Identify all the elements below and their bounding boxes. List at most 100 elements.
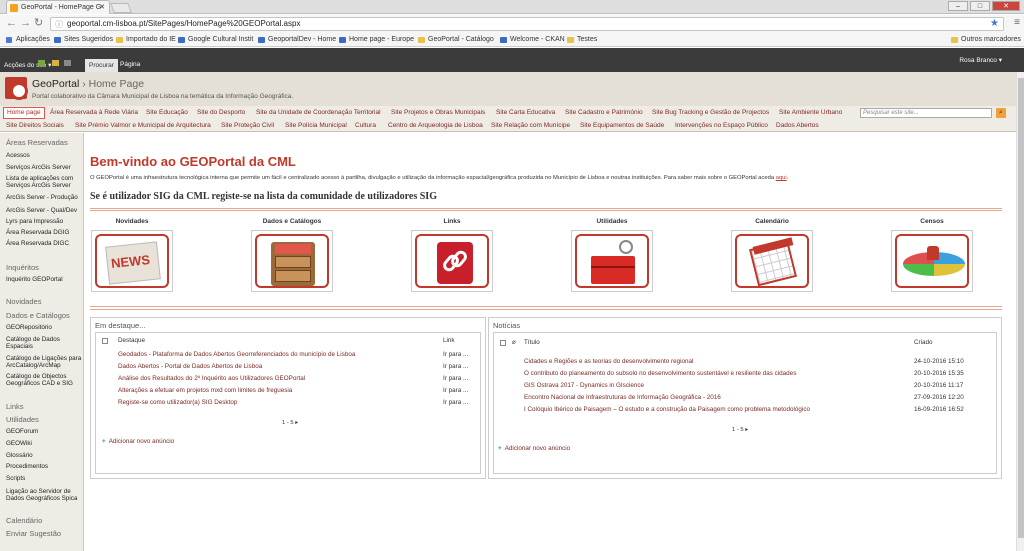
column-destaque[interactable]: Destaque bbox=[118, 336, 145, 346]
destaque-item-link[interactable]: Ir para ... bbox=[443, 350, 468, 360]
select-all-checkbox[interactable] bbox=[500, 340, 506, 346]
sidebar-item[interactable]: GEOForum bbox=[6, 428, 84, 435]
nav-item[interactable]: Site Ambiente Urbano bbox=[779, 107, 842, 119]
minimize-icon[interactable]: – bbox=[948, 1, 968, 11]
sidebar-item[interactable]: Catálogo de Dados Espaciais bbox=[6, 336, 84, 350]
sidebar-heading-links[interactable]: Links bbox=[6, 403, 84, 411]
back-icon[interactable]: ← bbox=[6, 18, 17, 29]
search-icon[interactable]: ⌕ bbox=[996, 108, 1006, 118]
url-input[interactable]: ⓘ geoportal.cm-lisboa.pt/SitePages/HomeP… bbox=[50, 17, 1004, 31]
noticia-title[interactable]: GIS Ostrava 2017 - Dynamics in GIscience bbox=[524, 381, 644, 391]
browser-menu-icon[interactable]: ≡ bbox=[1014, 17, 1020, 28]
sidebar-heading-utilidades[interactable]: Utilidades bbox=[6, 416, 84, 424]
file-cabinet-icon[interactable] bbox=[255, 234, 329, 288]
next-page-icon[interactable]: ▸ bbox=[745, 427, 748, 433]
tab-procurar[interactable]: Procurar bbox=[85, 59, 118, 72]
new-tab-button[interactable] bbox=[110, 3, 132, 13]
sidebar-heading-calendario[interactable]: Calendário bbox=[6, 517, 84, 525]
nav-item[interactable]: Cultura bbox=[355, 120, 376, 132]
sidebar-heading-dados[interactable]: Dados e Catálogos bbox=[6, 312, 84, 320]
bookmark-outros[interactable]: Outros marcadores bbox=[951, 33, 1021, 47]
maximize-icon[interactable]: □ bbox=[970, 1, 990, 11]
population-icon[interactable] bbox=[895, 234, 969, 288]
noticia-title[interactable]: Cidades e Regiões e as teorias do desenv… bbox=[524, 357, 693, 367]
tile-utilidades[interactable]: Utilidades bbox=[562, 218, 662, 292]
scrollbar-thumb[interactable] bbox=[1018, 78, 1024, 538]
destaque-item-title[interactable]: Registe-se como utilizador(a) SIG Deskto… bbox=[118, 398, 237, 408]
toolbox-icon[interactable] bbox=[575, 234, 649, 288]
column-link[interactable]: Link bbox=[443, 336, 455, 346]
nav-item[interactable]: Centro de Arqueologia de Lisboa bbox=[388, 120, 483, 132]
news-icon[interactable]: NEWS bbox=[95, 234, 169, 288]
sidebar-item[interactable]: Catálogo de Ligações para ArcCatalog/Arc… bbox=[6, 355, 84, 369]
register-heading[interactable]: Se é utilizador SIG da CML registe-se na… bbox=[90, 191, 437, 202]
reload-icon[interactable]: ↻ bbox=[34, 18, 43, 29]
sidebar-item[interactable]: Lista de aplicações com Serviços ArcGis … bbox=[6, 175, 84, 189]
tile-links[interactable]: Links bbox=[402, 218, 502, 292]
noticias-add-button[interactable]: Adicionar novo anúncio bbox=[498, 445, 570, 452]
navigate-up-icon[interactable] bbox=[38, 60, 45, 66]
calendar-icon[interactable] bbox=[735, 234, 809, 288]
nav-item[interactable]: Área Reservada à Rede Viária bbox=[50, 107, 138, 119]
sidebar-item[interactable]: Área Reservada DIGC bbox=[6, 240, 84, 247]
tab-pagina[interactable]: Página bbox=[120, 61, 140, 68]
bookmark-importado-ie[interactable]: Importado do IE bbox=[116, 33, 176, 47]
sidebar-item[interactable]: Scripts bbox=[6, 475, 84, 482]
destaque-item-title[interactable]: Geodados - Plataforma de Dados Abertos G… bbox=[118, 350, 355, 360]
sidebar-item[interactable]: ArcGis Server - Qual/Dev bbox=[6, 207, 84, 214]
bookmark-europe[interactable]: Home page - Europe bbox=[339, 33, 414, 47]
nav-item[interactable]: Site Prémio Valmor e Municipal de Arquit… bbox=[75, 120, 211, 132]
nav-item[interactable]: Site Bug Tracking e Gestão de Projectos bbox=[652, 107, 769, 119]
bookmark-google-cultural[interactable]: Google Cultural Instit bbox=[178, 33, 253, 47]
nav-home-page[interactable]: Home page bbox=[3, 107, 45, 119]
sidebar-item[interactable]: Área Reservada DGIG bbox=[6, 229, 84, 236]
select-all-checkbox[interactable] bbox=[102, 338, 108, 344]
bookmark-apps[interactable]: Aplicações bbox=[6, 33, 50, 47]
sidebar-heading-inqueritos[interactable]: Inquéritos bbox=[6, 264, 84, 272]
bookmark-testes[interactable]: Testes bbox=[567, 33, 597, 47]
tile-novidades[interactable]: Novidades NEWS bbox=[82, 218, 182, 292]
bookmark-geoportaldev[interactable]: GeoportalDev - Home bbox=[258, 33, 336, 47]
destaque-item-link[interactable]: Ir para ... bbox=[443, 398, 468, 408]
nav-item[interactable]: Site da Unidade de Coordenação Territori… bbox=[256, 107, 381, 119]
nav-item[interactable]: Site Proteção Civil bbox=[221, 120, 274, 132]
sidebar-item[interactable]: Lyrs para Impressão bbox=[6, 218, 84, 225]
tile-censos[interactable]: Censos bbox=[882, 218, 982, 292]
browser-tab[interactable]: GeoPortal - HomePage G ✕ bbox=[6, 0, 110, 14]
nav-item[interactable]: Site Equipamentos de Saúde bbox=[580, 120, 664, 132]
sidebar-item[interactable]: Inquérito GEOPortal bbox=[6, 276, 84, 283]
sidebar-item[interactable]: Acessos bbox=[6, 152, 84, 159]
intro-link[interactable]: aqui bbox=[776, 175, 787, 181]
link-chain-icon[interactable] bbox=[415, 234, 489, 288]
folder-icon[interactable] bbox=[52, 60, 59, 66]
sidebar-item[interactable]: Serviços ArcGis Server bbox=[6, 164, 84, 171]
nav-item[interactable]: Site Projetos e Obras Municipais bbox=[391, 107, 485, 119]
bookmark-sites-sugeridos[interactable]: Sites Sugeridos bbox=[54, 33, 113, 47]
geoportal-logo-icon[interactable] bbox=[5, 77, 28, 100]
nav-item[interactable]: Site Educação bbox=[146, 107, 188, 119]
nav-item[interactable]: Site Cadastro e Património bbox=[565, 107, 643, 119]
nav-item[interactable]: Site Relação com Munícipe bbox=[491, 120, 570, 132]
destaque-item-link[interactable]: Ir para ... bbox=[443, 362, 468, 372]
column-titulo[interactable]: Título bbox=[524, 338, 540, 348]
noticia-title[interactable]: Encontro Nacional de Infraestruturas de … bbox=[524, 393, 721, 403]
noticia-title[interactable]: O contributo do planeamento do subsolo n… bbox=[524, 369, 796, 379]
bookmark-geoportal-catalogo[interactable]: GeoPortal - Catálogo bbox=[418, 33, 494, 47]
sidebar-item[interactable]: Catálogo de Objectos Geográficos CAD e S… bbox=[6, 373, 84, 387]
sidebar-item[interactable]: ArcGis Server - Produção bbox=[6, 194, 84, 201]
sidebar-item[interactable]: Ligação ao Servidor de Dados Geográficos… bbox=[6, 488, 84, 502]
nav-item[interactable]: Site Carta Educativa bbox=[496, 107, 555, 119]
next-page-icon[interactable]: ▸ bbox=[295, 420, 298, 426]
destaque-add-button[interactable]: Adicionar novo anúncio bbox=[102, 438, 174, 445]
noticia-title[interactable]: I Colóquio Ibérico de Paisagem – O estud… bbox=[524, 405, 810, 415]
sidebar-heading-sugestao[interactable]: Enviar Sugestão bbox=[6, 530, 84, 538]
edit-icon[interactable] bbox=[64, 60, 71, 66]
sidebar-item[interactable]: GEORepositório bbox=[6, 324, 84, 331]
destaque-item-title[interactable]: Análise dos Resultados do 2º Inquérito a… bbox=[118, 374, 305, 384]
close-window-icon[interactable]: ✕ bbox=[992, 1, 1020, 11]
nav-item[interactable]: Dados Abertos bbox=[776, 120, 819, 132]
bookmark-ckan[interactable]: Welcome - CKAN bbox=[500, 33, 565, 47]
sidebar-heading-areas[interactable]: Áreas Reservadas bbox=[6, 139, 84, 147]
destaque-item-title[interactable]: Dados Abertos - Portal de Dados Abertos … bbox=[118, 362, 262, 372]
user-menu[interactable]: Rosa Branco ▾ bbox=[959, 56, 1002, 64]
